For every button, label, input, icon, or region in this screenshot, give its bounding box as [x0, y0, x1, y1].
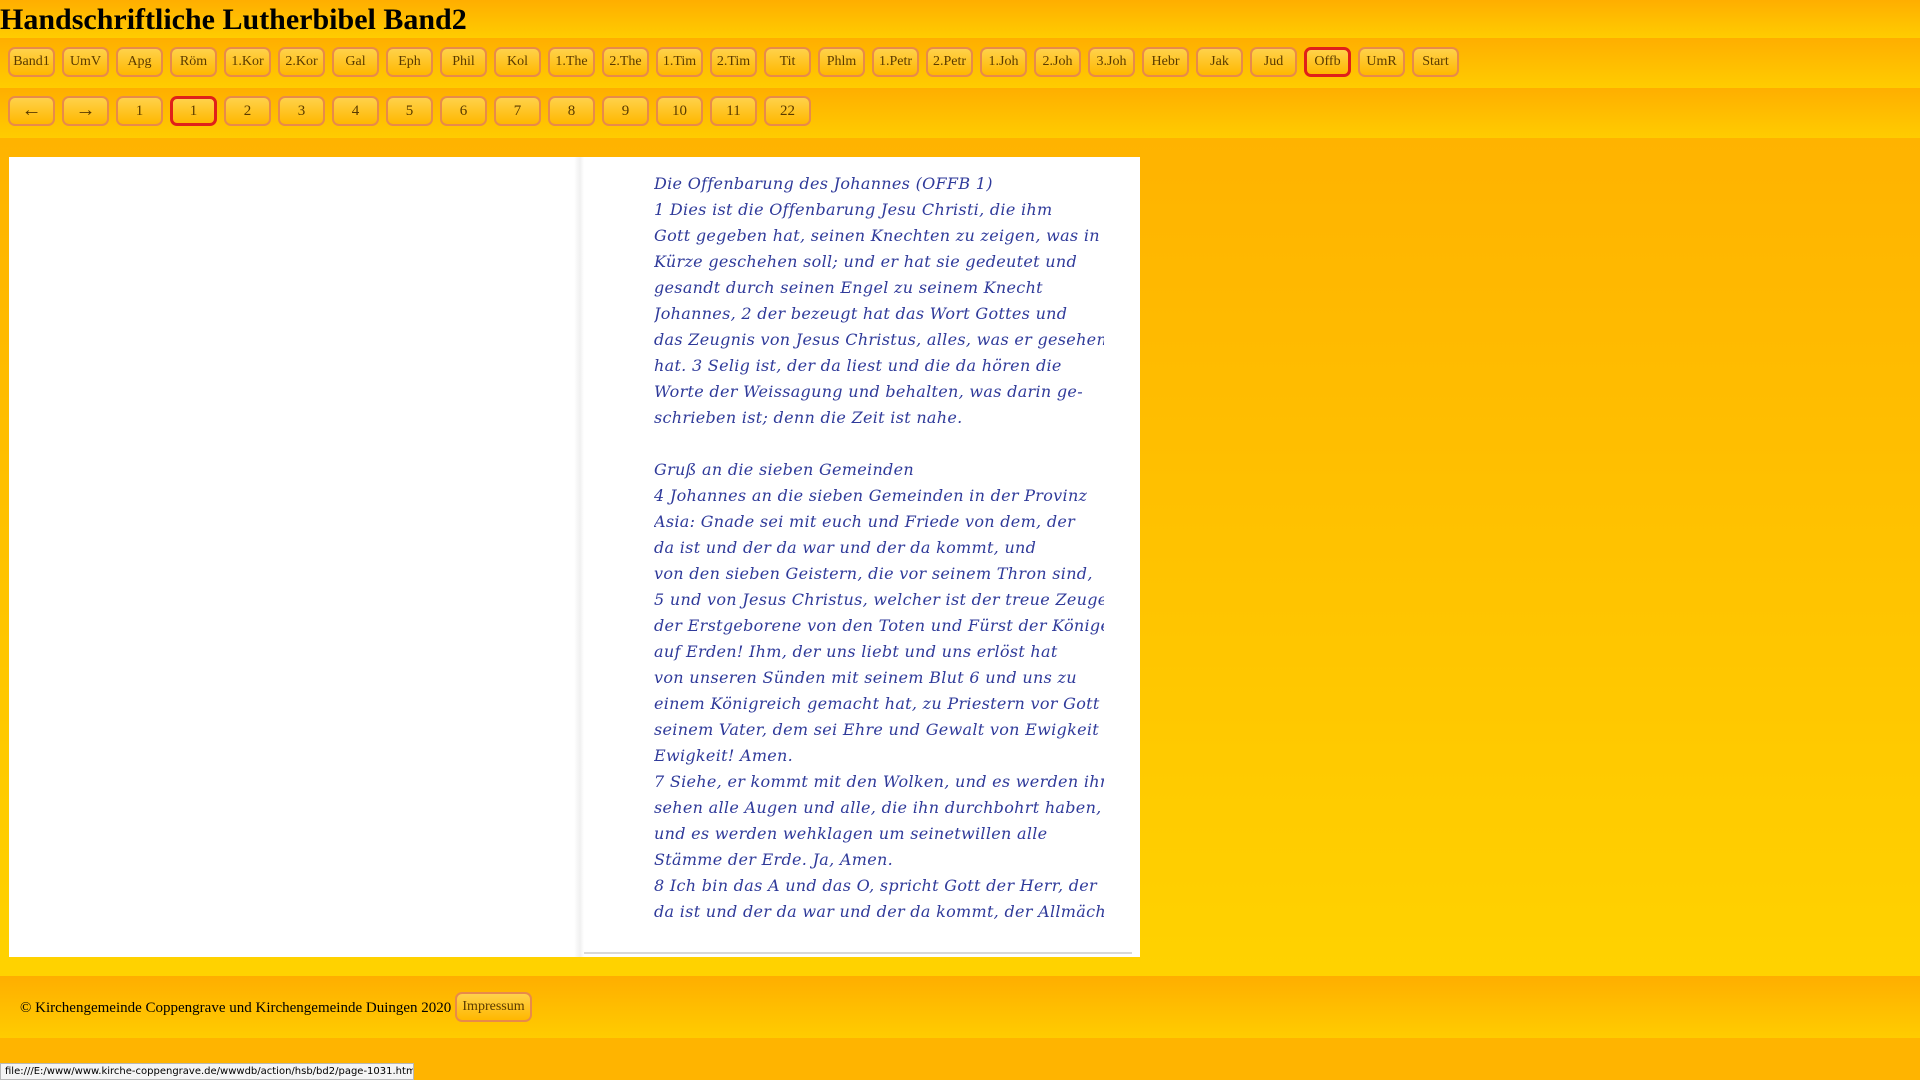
book-button-start[interactable]: Start	[1412, 47, 1459, 77]
book-button-jak[interactable]: Jak	[1196, 47, 1243, 77]
book-button-1-tim[interactable]: 1.Tim	[656, 47, 703, 77]
impressum-button[interactable]: Impressum	[455, 992, 532, 1022]
book-button-1-kor[interactable]: 1.Kor	[224, 47, 271, 77]
page-button[interactable]: 6	[440, 96, 487, 126]
manuscript-line: das Zeugnis von Jesus Christus, alles, w…	[654, 330, 1104, 349]
page-button[interactable]: 11	[710, 96, 757, 126]
manuscript-line: von unseren Sünden mit seinem Blut 6 und…	[654, 668, 1077, 687]
book-button-1-joh[interactable]: 1.Joh	[980, 47, 1027, 77]
manuscript-line: der Erstgeborene von den Toten und Fürst…	[654, 616, 1104, 635]
manuscript-line: Gott gegeben hat, seinen Knechten zu zei…	[654, 226, 1100, 245]
page-title: Handschriftliche Lutherbibel Band2	[0, 3, 467, 36]
page-fold	[574, 157, 584, 957]
book-button-apg[interactable]: Apg	[116, 47, 163, 77]
book-button-2-tim[interactable]: 2.Tim	[710, 47, 757, 77]
manuscript-line: und es werden wehklagen um seinetwillen …	[654, 824, 1048, 843]
book-button-3-joh[interactable]: 3.Joh	[1088, 47, 1135, 77]
book-button-umv[interactable]: UmV	[62, 47, 109, 77]
book-button-phlm[interactable]: Phlm	[818, 47, 865, 77]
handwritten-text: Die Offenbarung des Johannes (OFFB 1) 1 D…	[654, 171, 1104, 925]
manuscript-line: Kürze geschehen soll; und er hat sie ged…	[654, 252, 1077, 271]
manuscript-line: Stämme der Erde. Ja, Amen.	[654, 850, 893, 869]
book-button-röm[interactable]: Röm	[170, 47, 217, 77]
manuscript-line: sehen alle Augen und alle, die ihn durch…	[654, 798, 1102, 817]
manuscript-line: Johannes, 2 der bezeugt hat das Wort Got…	[654, 304, 1068, 323]
manuscript-line: schrieben ist; denn die Zeit ist nahe.	[654, 408, 963, 427]
page-button[interactable]: 5	[386, 96, 433, 126]
book-button-offb[interactable]: Offb	[1304, 47, 1351, 77]
book-button-2-kor[interactable]: 2.Kor	[278, 47, 325, 77]
footer-copyright: © Kirchengemeinde Coppengrave und Kirche…	[20, 1000, 452, 1016]
book-button-hebr[interactable]: Hebr	[1142, 47, 1189, 77]
page-nav: ← → 1 1 2 3 4 5 6 7 8 9 10 11 22	[8, 96, 811, 126]
book-button-2-petr[interactable]: 2.Petr	[926, 47, 973, 77]
book-button-umr[interactable]: UmR	[1358, 47, 1405, 77]
manuscript-line: 4 Johannes an die sieben Gemeinden in de…	[654, 486, 1088, 505]
manuscript-line: gesandt durch seinen Engel zu seinem Kne…	[654, 278, 1043, 297]
book-button-jud[interactable]: Jud	[1250, 47, 1297, 77]
manuscript-line: Asia: Gnade sei mit euch und Friede von …	[654, 512, 1076, 531]
page-edge	[584, 952, 1132, 954]
manuscript-line: Gruß an die sieben Gemeinden	[654, 460, 914, 479]
manuscript-line: Ewigkeit! Amen.	[654, 746, 794, 765]
book-button-2-the[interactable]: 2.The	[602, 47, 649, 77]
book-button-2-joh[interactable]: 2.Joh	[1034, 47, 1081, 77]
manuscript-line: hat. 3 Selig ist, der da liest und die d…	[654, 356, 1062, 375]
page-button[interactable]: 2	[224, 96, 271, 126]
manuscript-image: Die Offenbarung des Johannes (OFFB 1) 1 D…	[9, 157, 1140, 957]
status-bar-url: file:///E:/www/www.kirche-coppengrave.de…	[0, 1063, 414, 1080]
book-button-band1[interactable]: Band1	[8, 47, 55, 77]
manuscript-line: Worte der Weissagung und behalten, was d…	[654, 382, 1083, 401]
page-button[interactable]: 22	[764, 96, 811, 126]
manuscript-line: Die Offenbarung des Johannes (OFFB 1)	[654, 174, 993, 193]
page-button[interactable]: 3	[278, 96, 325, 126]
manuscript-line: da ist und der da war und der da kommt, …	[654, 538, 1037, 557]
book-button-1-petr[interactable]: 1.Petr	[872, 47, 919, 77]
manuscript-line: von den sieben Geistern, die vor seinem …	[654, 564, 1093, 583]
manuscript-line: 1 Dies ist die Offenbarung Jesu Christi,…	[654, 200, 1053, 219]
book-button-tit[interactable]: Tit	[764, 47, 811, 77]
book-button-phil[interactable]: Phil	[440, 47, 487, 77]
next-page-button[interactable]: →	[62, 96, 109, 126]
page-button[interactable]: 10	[656, 96, 703, 126]
book-button-eph[interactable]: Eph	[386, 47, 433, 77]
manuscript-line: da ist und der da war und der da kommt, …	[654, 902, 1104, 921]
manuscript-line: auf Erden! Ihm, der uns liebt und uns er…	[654, 642, 1058, 661]
page-button[interactable]: 9	[602, 96, 649, 126]
page-button[interactable]: 7	[494, 96, 541, 126]
manuscript-line: 5 und von Jesus Christus, welcher ist de…	[654, 590, 1104, 609]
manuscript-line: 7 Siehe, er kommt mit den Wolken, und es…	[654, 772, 1104, 791]
page-button[interactable]: 4	[332, 96, 379, 126]
book-button-kol[interactable]: Kol	[494, 47, 541, 77]
manuscript-line: 8 Ich bin das A und das O, spricht Gott …	[654, 876, 1097, 895]
book-button-gal[interactable]: Gal	[332, 47, 379, 77]
book-button-1-the[interactable]: 1.The	[548, 47, 595, 77]
page-button[interactable]: 1	[116, 96, 163, 126]
page-button[interactable]: 8	[548, 96, 595, 126]
prev-page-button[interactable]: ←	[8, 96, 55, 126]
manuscript-line: seinem Vater, dem sei Ehre und Gewalt vo…	[654, 720, 1104, 739]
manuscript-line: einem Königreich gemacht hat, zu Prieste…	[654, 694, 1104, 713]
page-button-current[interactable]: 1	[170, 96, 217, 126]
book-nav: Band1 UmV Apg Röm 1.Kor 2.Kor Gal Eph Phil Kol 1.T…	[8, 47, 1459, 77]
